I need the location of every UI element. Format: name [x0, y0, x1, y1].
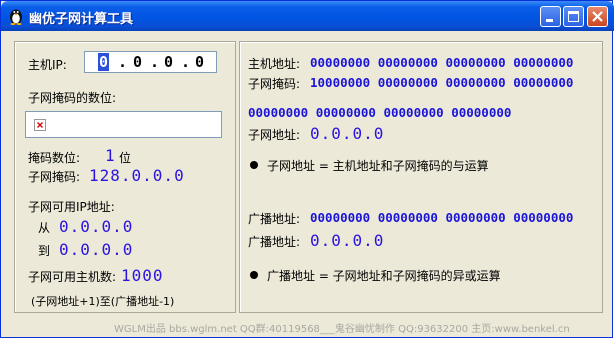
- host-ip-label: 主机IP:: [28, 58, 67, 72]
- mask-bits-slider[interactable]: [25, 111, 222, 138]
- to-label: 到: [38, 244, 51, 258]
- ip-dot: .: [181, 53, 191, 71]
- usable-ip-label: 子网可用IP地址:: [28, 200, 115, 214]
- usable-hosts-label: 子网可用主机数:: [28, 270, 117, 284]
- subnet-address-value: 0.0.0.0: [310, 124, 385, 143]
- from-ip-value: 0.0.0.0: [59, 217, 134, 236]
- status-bar: WGLM出品 bbs.wglm.net QQ群:40119568___鬼谷幽忧制…: [1, 317, 614, 337]
- close-button[interactable]: [587, 6, 608, 27]
- mask-count-value: 1: [105, 146, 116, 165]
- host-address-bits: 00000000 00000000 00000000 00000000: [310, 55, 574, 70]
- ip-dot: .: [150, 53, 160, 71]
- mask-count-label: 掩码数位:: [28, 151, 81, 165]
- ip-octet-4[interactable]: 0: [195, 53, 204, 71]
- subnet-mask-bits-label: 子网掩码:: [248, 77, 301, 91]
- close-icon: [592, 11, 603, 22]
- subnet-address-bits: 00000000 00000000 00000000 00000000: [248, 105, 512, 120]
- subnet-mask-bits: 10000000 00000000 00000000 00000000: [310, 75, 574, 90]
- range-note: (子网地址+1)至(广播地址-1): [31, 295, 175, 308]
- subnet-mask-value: 128.0.0.0: [89, 166, 185, 185]
- subnet-address-label: 子网地址:: [248, 128, 301, 142]
- bullet-icon: [250, 161, 258, 169]
- bullet-icon: [250, 271, 258, 279]
- ip-dot: .: [118, 53, 128, 71]
- ip-octet-2[interactable]: 0: [133, 53, 142, 71]
- window-title: 幽优子网计算工具: [29, 12, 134, 27]
- mask-bits-label: 子网掩码的数位:: [28, 91, 117, 105]
- broadcast-address-label: 广播地址:: [248, 235, 301, 249]
- broadcast-bits-label: 广播地址:: [248, 212, 301, 226]
- minimize-icon: [546, 19, 553, 22]
- to-ip-value: 0.0.0.0: [59, 240, 134, 259]
- broadcast-address-bits: 00000000 00000000 00000000 00000000: [310, 210, 574, 225]
- ip-octet-1[interactable]: 0: [98, 53, 110, 71]
- credits-text: WGLM出品 bbs.wglm.net QQ群:40119568___鬼谷幽忧制…: [114, 324, 570, 335]
- broadcast-address-value: 0.0.0.0: [310, 231, 385, 250]
- broadcast-formula-note: 广播地址 = 子网地址和子网掩码的异或运算: [267, 269, 501, 283]
- host-ip-input[interactable]: 0 . 0 . 0 . 0: [84, 51, 217, 73]
- ip-octet-3[interactable]: 0: [164, 53, 173, 71]
- minimize-button[interactable]: [540, 6, 561, 27]
- maximize-button[interactable]: [563, 6, 584, 27]
- broken-image-icon: [34, 119, 46, 131]
- from-label: 从: [38, 221, 51, 235]
- mask-count-unit: 位: [119, 151, 132, 165]
- subnet-formula-note: 子网地址 = 主机地址和子网掩码的与运算: [267, 159, 489, 173]
- app-window: 幽优子网计算工具 主机IP: 0 . 0 . 0 . 0 子网掩码的数位: 掩码…: [0, 0, 614, 338]
- subnet-mask-label: 子网掩码:: [28, 170, 81, 184]
- host-address-label: 主机地址:: [248, 57, 301, 71]
- maximize-icon: [568, 11, 579, 22]
- title-bar[interactable]: 幽优子网计算工具: [1, 1, 614, 31]
- penguin-app-icon: [10, 9, 22, 25]
- usable-hosts-value: 1000: [121, 266, 164, 285]
